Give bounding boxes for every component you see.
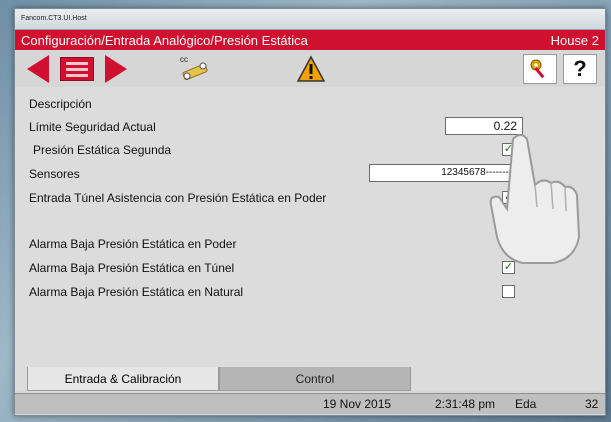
cc-button[interactable]: cc xyxy=(175,54,215,84)
settings-panel: Descripción Límite Seguridad Actual 0.22… xyxy=(15,87,605,367)
alarma-natural-label: Alarma Baja Presión Estática en Natural xyxy=(29,285,244,299)
next-button[interactable] xyxy=(101,54,131,84)
tab-bar: Entrada & Calibración Control xyxy=(15,367,605,391)
previous-button[interactable] xyxy=(23,54,53,84)
presion-segunda-checkbox[interactable]: ✓ xyxy=(502,143,515,156)
presion-segunda-label: Presión Estática Segunda xyxy=(33,143,172,157)
previous-arrow-icon xyxy=(27,55,49,83)
list-icon xyxy=(60,57,94,81)
sensores-label: Sensores xyxy=(29,167,80,181)
entrada-tunel-label: Entrada Túnel Asistencia con Presión Est… xyxy=(29,191,327,205)
entrada-tunel-checkbox[interactable]: ✓ xyxy=(502,191,515,204)
sensores-input[interactable]: 12345678------- xyxy=(369,164,515,182)
tab-control[interactable]: Control xyxy=(219,367,411,391)
help-button[interactable]: ? xyxy=(563,54,597,84)
limite-seguridad-label: Límite Seguridad Actual xyxy=(29,120,156,134)
alarma-poder-label: Alarma Baja Presión Estática en Poder xyxy=(29,237,237,251)
cc-tool-icon: cc xyxy=(180,55,208,81)
breadcrumb: Configuración/Entrada Analógico/Presión … xyxy=(21,32,308,48)
next-arrow-icon xyxy=(105,55,127,83)
cc-text: cc xyxy=(180,55,188,64)
warning-button[interactable] xyxy=(295,54,327,84)
house-label: House 2 xyxy=(550,32,599,48)
status-number: 32 xyxy=(585,397,599,411)
window-title: Fancom.CT3.UI.Host xyxy=(15,9,605,30)
limite-seguridad-input[interactable]: 0.22 xyxy=(445,117,523,135)
alarma-tunel-checkbox[interactable]: ✓ xyxy=(502,261,515,274)
key-icon xyxy=(530,59,545,79)
tab-entrada-calibracion[interactable]: Entrada & Calibración xyxy=(27,367,219,391)
header-bar: Configuración/Entrada Analógico/Presión … xyxy=(15,30,605,50)
status-date: 19 Nov 2015 xyxy=(323,397,392,411)
app-window: Fancom.CT3.UI.Host Configuración/Entrada… xyxy=(14,8,606,416)
descripcion-label: Descripción xyxy=(29,97,92,111)
alarma-natural-checkbox[interactable] xyxy=(502,285,515,298)
status-time: 2:31:48 pm xyxy=(435,397,496,411)
list-button[interactable] xyxy=(59,54,95,84)
key-button[interactable] xyxy=(523,54,557,84)
status-bar: 19 Nov 2015 2:31:48 pm Eda 32 xyxy=(15,393,605,414)
status-mode: Eda xyxy=(515,397,537,411)
toolbar: cc ? xyxy=(15,50,605,89)
alarma-tunel-label: Alarma Baja Presión Estática en Túnel xyxy=(29,261,235,275)
warning-icon xyxy=(296,55,326,82)
